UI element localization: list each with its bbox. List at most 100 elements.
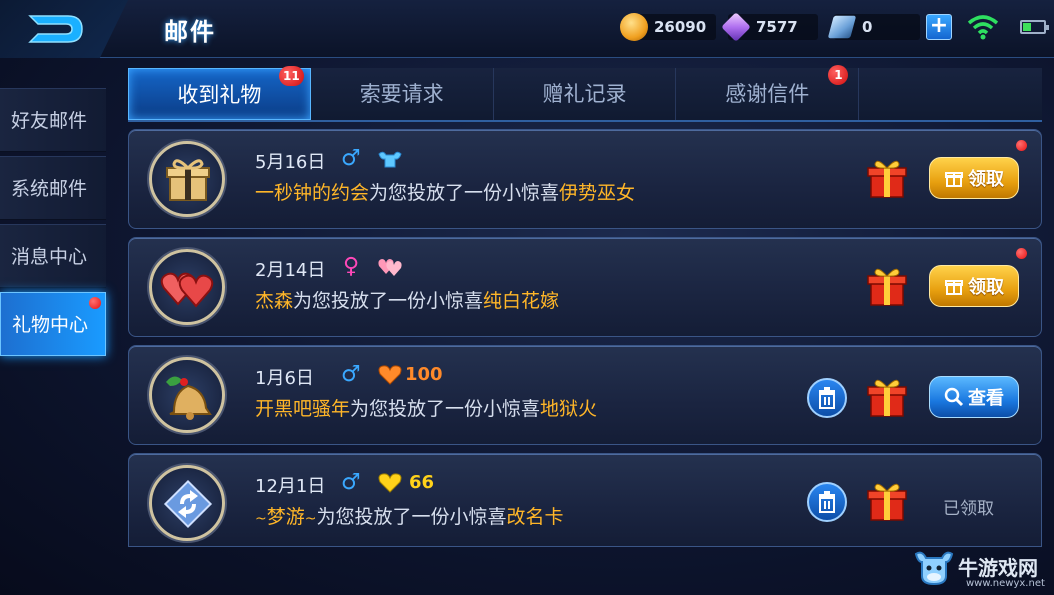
mail-message: 开黑吧骚年为您投放了一份小惊喜地狱火 [255, 394, 597, 421]
diamond-icon [721, 12, 751, 42]
watermark-name: 牛游戏网 [958, 556, 1038, 580]
tab-badge: 1 [828, 65, 849, 85]
claim-label: 领取 [968, 169, 1004, 190]
diamond-value: 7577 [756, 18, 798, 36]
sender-name: 一秒钟的约会 [255, 182, 370, 204]
sidebar-item-label: 好友邮件 [11, 110, 88, 132]
gift-small-icon [945, 280, 963, 295]
gift-item-name: 伊势巫女 [559, 182, 636, 204]
intimacy-value: 66 [409, 472, 435, 493]
male-icon: ♂ [341, 362, 361, 387]
hearts-icon [378, 259, 402, 276]
magnifier-icon [944, 387, 964, 407]
tab-requests[interactable]: 索要请求 [311, 68, 494, 120]
mail-row: 5月16日 ♂ 一秒钟的约会为您投放了一份小惊喜伊势巫女 领取 [128, 129, 1042, 229]
gift-item-name: 地狱火 [540, 398, 598, 420]
female-icon: ♀ [343, 254, 360, 279]
bell-icon [149, 357, 225, 433]
mail-date: 12月1日 [255, 476, 326, 497]
watermark-url: www.newyx.net [966, 578, 1045, 589]
claim-label: 领取 [968, 277, 1004, 298]
tab-label: 感谢信件 [725, 82, 810, 106]
mail-row: 12月1日 ♂ 66 ~梦游~为您投放了一份小惊喜改名卡 已领取 [128, 453, 1042, 547]
sidebar-item-friend-mail[interactable]: 好友邮件 [0, 88, 106, 152]
view-button[interactable]: 查看 [929, 376, 1019, 418]
claim-button[interactable]: 领取 [929, 157, 1019, 199]
tab-thank-you-letters[interactable]: 感谢信件 1 [676, 65, 860, 120]
battery-icon [1020, 20, 1049, 34]
mail-row: 1月6日 ♂ 100 开黑吧骚年为您投放了一份小惊喜地狱火 查看 [128, 345, 1042, 445]
wifi-icon [967, 15, 999, 40]
red-gift-icon [867, 379, 907, 417]
gift-item-name: 改名卡 [506, 506, 564, 528]
double-heart-icon [149, 249, 225, 325]
coupon-counter: 0 [827, 14, 920, 40]
trash-icon [819, 387, 835, 409]
message-text: 为您投放了一份小惊喜 [316, 506, 507, 528]
recharge-button[interactable]: + [926, 14, 952, 40]
red-gift-icon [867, 160, 907, 198]
tab-label: 索要请求 [359, 82, 444, 106]
sender-name: 开黑吧骚年 [255, 398, 351, 420]
gift-box-icon [149, 141, 225, 217]
message-text: 为您投放了一份小惊喜 [369, 182, 560, 204]
page-title: 邮件 [164, 18, 216, 46]
tab-empty [859, 68, 1042, 120]
male-icon: ♂ [341, 470, 361, 495]
gold-counter: 26090 [620, 13, 716, 41]
unread-dot [1016, 140, 1027, 151]
view-label: 查看 [968, 388, 1004, 409]
back-arrow-icon [28, 15, 83, 43]
mail-message: 杰森为您投放了一份小惊喜纯白花嫁 [255, 286, 559, 313]
gold-coin-icon [620, 13, 648, 41]
name-ornament-left: ~ [255, 511, 267, 527]
coupon-icon [827, 15, 857, 39]
back-button[interactable] [0, 0, 128, 58]
trash-icon [819, 491, 835, 513]
sidebar-item-message-center[interactable]: 消息中心 [0, 224, 106, 288]
male-icon: ♂ [341, 146, 361, 171]
gold-value: 26090 [654, 18, 707, 36]
coupon-value: 0 [862, 18, 873, 36]
sidebar-item-system-mail[interactable]: 系统邮件 [0, 156, 106, 220]
heart-icon [378, 365, 402, 385]
claim-button[interactable]: 领取 [929, 265, 1019, 307]
unread-dot [1016, 248, 1027, 259]
top-bar: 邮件 26090 7577 0 + [0, 0, 1054, 58]
claimed-status: 已领取 [943, 499, 994, 519]
message-text: 为您投放了一份小惊喜 [293, 290, 484, 312]
sender-name: 梦游 [266, 506, 305, 528]
sender-name: 杰森 [255, 290, 294, 312]
sidebar-item-label: 消息中心 [11, 246, 88, 268]
delete-button[interactable] [807, 378, 847, 418]
tab-label: 收到礼物 [177, 83, 262, 107]
mail-message: ~梦游~为您投放了一份小惊喜改名卡 [255, 502, 564, 529]
sidebar-item-label: 礼物中心 [12, 314, 89, 336]
notification-dot [89, 297, 101, 309]
mail-message: 一秒钟的约会为您投放了一份小惊喜伊势巫女 [255, 178, 635, 205]
mail-date: 5月16日 [255, 152, 326, 173]
mail-date: 2月14日 [255, 260, 326, 281]
delete-button[interactable] [807, 482, 847, 522]
tab-badge: 11 [279, 66, 304, 86]
muscle-icon [378, 151, 402, 168]
message-text: 为您投放了一份小惊喜 [350, 398, 541, 420]
sidebar: 好友邮件 系统邮件 消息中心 礼物中心 [0, 88, 106, 360]
sidebar-item-gift-center[interactable]: 礼物中心 [0, 292, 106, 356]
intimacy-value: 100 [405, 364, 443, 385]
red-gift-icon [867, 268, 907, 306]
heart-icon [378, 473, 402, 493]
tab-received-gifts[interactable]: 收到礼物 11 [128, 66, 311, 120]
gift-item-name: 纯白花嫁 [483, 290, 560, 312]
rename-card-icon [149, 465, 225, 541]
mail-date: 1月6日 [255, 368, 314, 389]
mail-row: 2月14日 ♀ 杰森为您投放了一份小惊喜纯白花嫁 领取 [128, 237, 1042, 337]
tab-bar: 收到礼物 11 索要请求 赠礼记录 感谢信件 1 [128, 65, 1042, 122]
tab-gift-history[interactable]: 赠礼记录 [494, 68, 677, 120]
diamond-counter: 7577 [721, 12, 818, 42]
cow-logo-icon [914, 551, 954, 586]
gift-small-icon [945, 172, 963, 187]
tab-label: 赠礼记录 [542, 82, 627, 106]
name-ornament-right: ~ [304, 511, 317, 527]
sidebar-item-label: 系统邮件 [11, 178, 88, 200]
